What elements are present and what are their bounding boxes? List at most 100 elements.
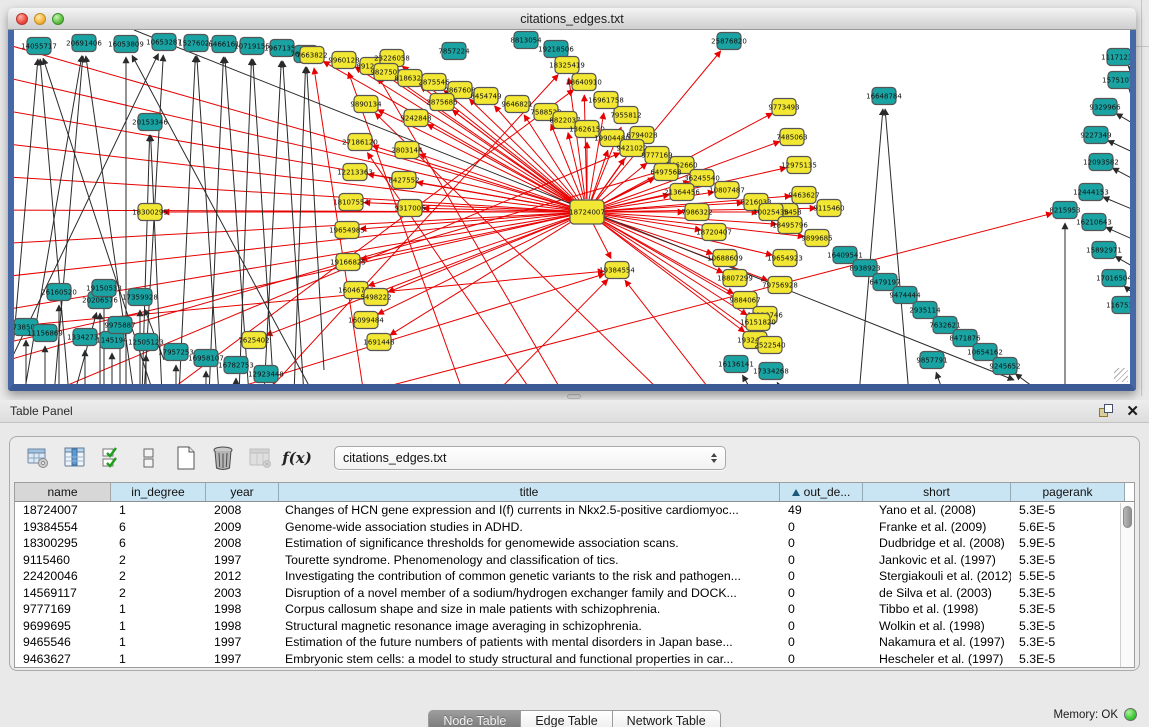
graph-node[interactable]: 19166825: [330, 254, 366, 271]
show-columns-button[interactable]: [61, 444, 89, 472]
new-column-button[interactable]: [172, 444, 200, 472]
column-header-out_de[interactable]: out_de...: [780, 483, 863, 501]
graph-node[interactable]: 16136141: [718, 356, 754, 373]
graph-node[interactable]: 25876820: [711, 33, 747, 50]
graph-node[interactable]: 9890134: [350, 96, 382, 113]
graph-node[interactable]: 9646821: [501, 96, 532, 113]
graph-node[interactable]: 18640910: [566, 74, 602, 91]
graph-node[interactable]: 7663822: [296, 47, 327, 64]
column-header-short[interactable]: short: [863, 483, 1011, 501]
column-header-year[interactable]: year: [206, 483, 279, 501]
graph-node[interactable]: 15751074: [1102, 72, 1130, 89]
graph-node[interactable]: 16648784: [866, 88, 902, 105]
close-panel-icon[interactable]: ✕: [1126, 404, 1139, 419]
graph-node[interactable]: 2522540: [754, 337, 785, 354]
graph-node[interactable]: 7955812: [610, 107, 641, 124]
graph-node[interactable]: 7625402: [238, 332, 269, 349]
table-mode-button[interactable]: [24, 444, 52, 472]
table-row[interactable]: 2242004622012Investigating the contribut…: [15, 568, 1134, 585]
table-row[interactable]: 911546021997Tourette syndrome. Phenomeno…: [15, 552, 1134, 569]
graph-node[interactable]: 19218506: [538, 41, 574, 58]
graph-node[interactable]: 17359928: [122, 289, 158, 306]
graph-node[interactable]: 20691406: [66, 35, 102, 52]
tab-edge-table[interactable]: Edge Table: [521, 710, 612, 727]
selection-mode-button[interactable]: [98, 444, 126, 472]
graph-node[interactable]: 7857224: [438, 43, 470, 60]
graph-node[interactable]: 8215953: [1049, 202, 1080, 219]
graph-node[interactable]: 9975887: [104, 317, 135, 334]
graph-node[interactable]: 19384554: [599, 262, 635, 279]
graph-node[interactable]: 9115460: [813, 200, 844, 217]
graph-node[interactable]: 12444153: [1073, 184, 1109, 201]
graph-node[interactable]: 6497568: [650, 164, 681, 181]
graph-node[interactable]: 1691448: [363, 334, 394, 351]
table-row[interactable]: 1456911722003Disruption of a novel membe…: [15, 585, 1134, 602]
graph-node[interactable]: 9242848: [400, 110, 431, 127]
column-header-pagerank[interactable]: pagerank: [1011, 483, 1125, 501]
column-header-name[interactable]: name: [15, 483, 111, 501]
graph-node[interactable]: 7485063: [776, 129, 807, 146]
graph-node[interactable]: 9245652: [989, 358, 1020, 375]
split-pane-handle[interactable]: [567, 394, 581, 399]
graph-node[interactable]: 18325419: [549, 57, 585, 74]
graph-node[interactable]: 9899685: [801, 230, 832, 247]
graph-node[interactable]: 9960128: [328, 52, 359, 69]
float-panel-icon[interactable]: [1099, 404, 1114, 419]
table-cell: 1997: [206, 634, 279, 651]
graph-node[interactable]: 14055717: [21, 38, 57, 55]
graph-node[interactable]: 9884067: [729, 292, 760, 309]
graph-node[interactable]: 12093582: [1083, 154, 1119, 171]
graph-node[interactable]: 20153346: [132, 114, 168, 131]
graph-node[interactable]: 18107554: [333, 194, 369, 211]
graph-node[interactable]: 11675311: [1106, 297, 1130, 314]
graph-node[interactable]: 9773493: [768, 99, 799, 116]
graph-node[interactable]: 17016504: [1096, 270, 1130, 287]
graph-node[interactable]: 79756928: [762, 277, 798, 294]
table-cell: de Silva et al. (2003): [863, 585, 1011, 602]
graph-node[interactable]: 9227349: [1080, 127, 1111, 144]
graph-node[interactable]: 18720407: [696, 224, 732, 241]
table-row[interactable]: 969969511998Structural magnetic resonanc…: [15, 618, 1134, 635]
graph-node[interactable]: 16053809: [108, 36, 144, 53]
window-resize-grip[interactable]: [1114, 368, 1128, 382]
graph-node[interactable]: 12975135: [781, 157, 817, 174]
network-canvas[interactable]: 18724007 14055717 20691406 1605380910653287…: [14, 30, 1130, 384]
tab-network-table[interactable]: Network Table: [613, 710, 721, 727]
graph-node[interactable]: 17334268: [753, 363, 789, 380]
graph-node[interactable]: 7986322: [681, 204, 712, 221]
graph-node[interactable]: 18300295: [132, 204, 168, 221]
graph-node[interactable]: 18724007: [569, 200, 605, 224]
graph-node[interactable]: 15892971: [1086, 242, 1122, 259]
column-header-in_degree[interactable]: in_degree: [111, 483, 206, 501]
graph-node[interactable]: 27186120: [342, 134, 378, 151]
graph-node[interactable]: 9317006: [394, 200, 426, 217]
table-selector-dropdown[interactable]: citations_edges.txt: [334, 446, 726, 470]
graph-node[interactable]: 5498222: [360, 289, 391, 306]
scrollbar-thumb[interactable]: [1123, 506, 1132, 528]
vertical-scrollbar[interactable]: [1120, 503, 1134, 667]
function-builder-button[interactable]: f(x): [283, 444, 311, 472]
graph-node[interactable]: 2803144: [391, 142, 423, 159]
graph-node[interactable]: 11171234: [1101, 49, 1130, 66]
graph-node[interactable]: 10688609: [707, 250, 743, 267]
graph-node[interactable]: 12213363: [337, 164, 373, 181]
row-height-button[interactable]: [135, 444, 163, 472]
table-row[interactable]: 1938455462009Genome-wide association stu…: [15, 519, 1134, 536]
delete-column-button[interactable]: [209, 444, 237, 472]
table-row[interactable]: 1872400712008Changes of HCN gene express…: [15, 502, 1134, 519]
graph-node[interactable]: 19654923: [767, 250, 803, 267]
graph-node[interactable]: 2875685: [426, 94, 457, 111]
table-row[interactable]: 1830029562008Estimation of significance …: [15, 535, 1134, 552]
graph-node[interactable]: 8454749: [470, 88, 501, 105]
tab-node-table[interactable]: Node Table: [428, 710, 521, 727]
graph-node[interactable]: 9463627: [788, 187, 819, 204]
column-header-title[interactable]: title: [279, 483, 780, 501]
network-window-titlebar[interactable]: citations_edges.txt: [8, 8, 1136, 30]
graph-node[interactable]: 10653287: [146, 34, 182, 51]
graph-node[interactable]: 9857791: [916, 352, 947, 369]
table-row[interactable]: 946554611997Estimation of the future num…: [15, 634, 1134, 651]
table-row[interactable]: 977716911998Corpus callosum shape and si…: [15, 601, 1134, 618]
graph-node[interactable]: 8427552: [388, 172, 419, 189]
graph-node[interactable]: 9329966: [1089, 99, 1121, 116]
table-row[interactable]: 946362711997Embryonic stem cells: a mode…: [15, 651, 1134, 668]
